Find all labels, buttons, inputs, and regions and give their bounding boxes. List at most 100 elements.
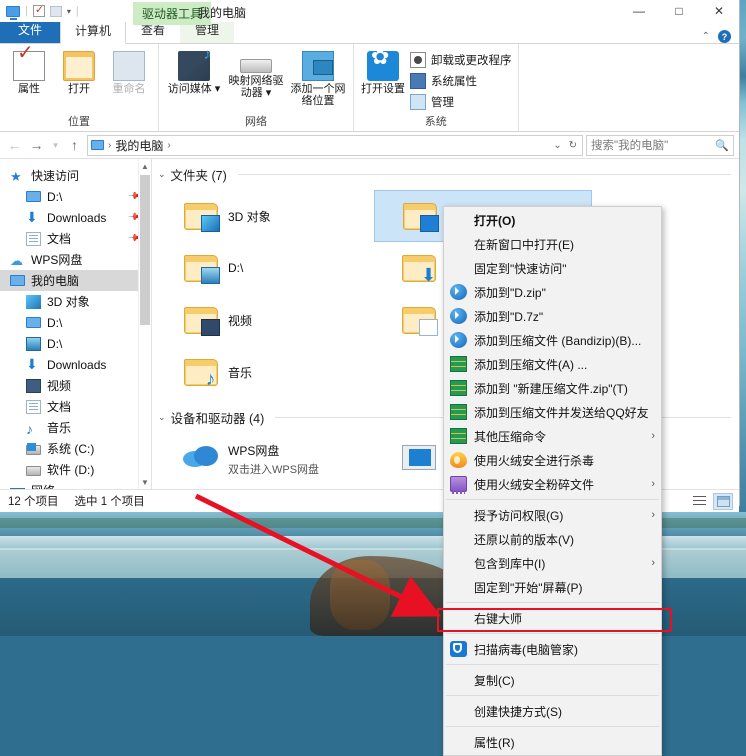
winrar-icon — [450, 404, 467, 420]
menu-item-properties[interactable]: 属性(R) — [444, 730, 661, 754]
sidebar-item-downloads-qa[interactable]: ⬇ Downloads 📌 — [0, 207, 151, 228]
menu-item-huorong-scan[interactable]: 使用火绒安全进行杀毒 — [444, 448, 661, 472]
ribbon-uninstall-button[interactable]: 卸载或更改程序 — [410, 52, 512, 68]
help-icon[interactable]: ? — [718, 30, 731, 43]
back-button[interactable]: ← — [5, 136, 24, 155]
monitor-icon — [10, 275, 25, 286]
refresh-icon[interactable]: ↻ — [569, 140, 577, 151]
group-header-folders[interactable]: ⌄ 文件夹 (7) — [152, 159, 739, 186]
menu-item-pin-to-start[interactable]: 固定到"开始"屏幕(P) — [444, 575, 661, 599]
tile-3d-objects[interactable]: 3D 对象 — [156, 190, 374, 242]
sidebar-item-videos[interactable]: 视频 — [0, 375, 151, 396]
status-selection-count: 选中 1 个项目 — [75, 493, 145, 509]
menu-item-right-click-master[interactable]: 右键大师 — [444, 606, 661, 630]
ribbon-properties-button[interactable]: 属性 — [6, 47, 52, 95]
list-view-button[interactable] — [689, 493, 709, 510]
breadcrumb-separator-1: › — [108, 140, 111, 151]
monitor-icon — [26, 317, 41, 328]
minimize-button[interactable]: — — [619, 0, 659, 22]
ribbon-system-properties-label: 系统属性 — [431, 73, 477, 89]
sidebar-item-d-drive-1[interactable]: D:\ — [0, 312, 151, 333]
menu-item-add-to-archive-bandizip[interactable]: 添加到压缩文件 (Bandizip)(B)... — [444, 328, 661, 352]
menu-item-archive-send-qq[interactable]: 添加到压缩文件并发送给QQ好友 — [444, 400, 661, 424]
chevron-down-icon[interactable]: ⌄ — [158, 412, 166, 423]
menu-item-other-archive-commands[interactable]: 其他压缩命令 › — [444, 424, 661, 448]
menu-item-add-to-archive[interactable]: 添加到压缩文件(A) ... — [444, 352, 661, 376]
menu-item-restore-previous-versions[interactable]: 还原以前的版本(V) — [444, 527, 661, 551]
scrollbar-thumb[interactable] — [140, 175, 150, 325]
chevron-down-icon[interactable]: ▾ — [67, 7, 71, 16]
menu-item-pin-quick-access[interactable]: 固定到"快速访问" — [444, 256, 661, 280]
sidebar-item-quick-access[interactable]: ★ 快速访问 — [0, 165, 151, 186]
breadcrumb[interactable]: › 我的电脑 › ⌄ ↻ — [87, 135, 583, 156]
new-folder-quick-icon[interactable] — [50, 6, 62, 17]
tile-wps-cloud-drive[interactable]: WPS网盘 双击进入WPS网盘 — [156, 433, 374, 485]
menu-item-open-new-window[interactable]: 在新窗口中打开(E) — [444, 232, 661, 256]
menu-item-copy[interactable]: 复制(C) — [444, 668, 661, 692]
sidebar-item-wps-cloud[interactable]: ☁ WPS网盘 — [0, 249, 151, 270]
ribbon-open-settings-button[interactable]: 打开设置 — [360, 47, 406, 95]
ribbon-group-network-label: 网络 — [165, 113, 347, 131]
chevron-down-icon[interactable]: ⌄ — [158, 169, 166, 180]
tile-music[interactable]: ♪ 音乐 — [156, 346, 374, 398]
sidebar-item-downloads[interactable]: ⬇ Downloads — [0, 354, 151, 375]
sidebar-item-this-pc[interactable]: 我的电脑 — [0, 270, 151, 291]
chevron-down-icon[interactable]: ⌄ — [553, 140, 561, 151]
ribbon-open-label: 打开 — [68, 83, 90, 95]
recent-locations-button[interactable]: ▾ — [49, 136, 62, 155]
wps-cloud-icon — [182, 442, 220, 476]
sidebar-item-network[interactable]: 网络 — [0, 480, 151, 489]
collapse-ribbon-icon[interactable]: ⌃ — [702, 31, 710, 42]
folder-picture-icon — [182, 251, 220, 285]
breadcrumb-separator-2[interactable]: › — [167, 140, 170, 151]
menu-item-give-access-to[interactable]: 授予访问权限(G) › — [444, 503, 661, 527]
menu-item-open[interactable]: 打开(O) — [444, 208, 661, 232]
ribbon-access-media-button[interactable]: 访问媒体 ▾ — [165, 47, 223, 95]
menu-item-add-to-7z[interactable]: 添加到"D.7z" — [444, 304, 661, 328]
close-button[interactable]: ✕ — [699, 0, 739, 22]
breadcrumb-this-pc[interactable]: 我的电脑 — [115, 137, 163, 154]
sidebar-item-d-drive-2[interactable]: D:\ — [0, 333, 151, 354]
folder-download-icon: ⬇ — [400, 251, 438, 285]
sidebar-item-documents-qa[interactable]: 文档 📌 — [0, 228, 151, 249]
wallpaper-rock-highlight — [330, 560, 390, 630]
sidebar-item-music[interactable]: ♪ 音乐 — [0, 417, 151, 438]
menu-item-include-in-library[interactable]: 包含到库中(I) › — [444, 551, 661, 575]
sidebar-item-3d-objects[interactable]: 3D 对象 — [0, 291, 151, 312]
ribbon-manage-button[interactable]: 管理 — [410, 94, 512, 110]
group-divider — [238, 174, 731, 175]
sidebar-item-d-drive-qa[interactable]: D:\ 📌 — [0, 186, 151, 207]
tile-videos[interactable]: 视频 — [156, 294, 374, 346]
winrar-icon — [450, 380, 467, 396]
forward-button[interactable]: → — [27, 136, 46, 155]
sidebar-item-software-d[interactable]: 软件 (D:) — [0, 459, 151, 480]
scroll-down-icon[interactable]: ▼ — [139, 475, 151, 489]
ribbon-add-network-location-label: 添加一个网络位置 — [289, 83, 347, 107]
menu-item-add-to-new-archive[interactable]: 添加到 "新建压缩文件.zip"(T) — [444, 376, 661, 400]
sidebar-item-documents[interactable]: 文档 — [0, 396, 151, 417]
properties-quick-icon[interactable] — [33, 5, 45, 17]
sidebar-item-system-c[interactable]: 系统 (C:) — [0, 438, 151, 459]
menu-item-create-shortcut[interactable]: 创建快捷方式(S) — [444, 699, 661, 723]
search-input[interactable]: 搜索"我的电脑" 🔍 — [586, 135, 734, 156]
quick-access-toolbar[interactable]: | ▾ | — [0, 5, 79, 17]
sidebar-label: 快速访问 — [31, 167, 79, 184]
maximize-button[interactable]: □ — [659, 0, 699, 22]
menu-item-add-to-zip[interactable]: 添加到"D.zip" — [444, 280, 661, 304]
details-view-button[interactable] — [713, 493, 733, 510]
menu-item-huorong-shred[interactable]: 使用火绒安全粉碎文件 › — [444, 472, 661, 496]
scroll-up-icon[interactable]: ▲ — [139, 159, 151, 173]
menu-separator — [446, 499, 659, 500]
ribbon-add-network-location-button[interactable]: 添加一个网络位置 — [289, 47, 347, 107]
winrar-icon — [450, 428, 467, 444]
up-button[interactable]: ↑ — [65, 136, 84, 155]
search-icon[interactable]: 🔍 — [715, 139, 729, 152]
tile-d-drive-pictures[interactable]: D:\ — [156, 242, 374, 294]
context-menu: 打开(O) 在新窗口中打开(E) 固定到"快速访问" 添加到"D.zip" 添加… — [443, 206, 662, 756]
menu-item-scan-virus-qq[interactable]: 扫描病毒(电脑管家) — [444, 637, 661, 661]
ribbon-open-button[interactable]: 打开 — [56, 47, 102, 95]
navigation-scrollbar[interactable]: ▲ ▼ — [138, 159, 151, 489]
ribbon-system-properties-button[interactable]: 系统属性 — [410, 73, 512, 89]
folder-video-icon — [182, 303, 220, 337]
ribbon-map-drive-button[interactable]: 映射网络驱动器 ▾ — [227, 47, 285, 99]
